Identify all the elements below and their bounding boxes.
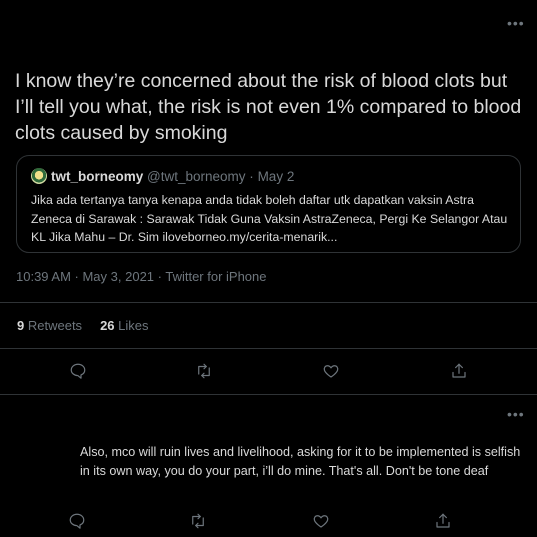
quoted-author-name: twt_borneomy [51, 169, 144, 184]
share-icon[interactable] [448, 360, 470, 382]
share-icon[interactable] [432, 510, 454, 532]
quoted-author-handle: @twt_borneomy [147, 169, 246, 184]
like-icon[interactable] [320, 360, 342, 382]
like-label[interactable]: Likes [118, 318, 148, 333]
separator-dot: · [249, 169, 254, 184]
more-options-icon[interactable]: ••• [507, 16, 525, 30]
reply-icon[interactable] [66, 510, 88, 532]
quoted-tweet-text: Jika ada tertanya tanya kenapa anda tida… [31, 193, 508, 244]
reply-icon[interactable] [67, 360, 89, 382]
retweet-label[interactable]: Retweets [28, 318, 82, 333]
tweet-stats: 9 Retweets 26 Likes [17, 318, 149, 333]
quoted-tweet-date: May 2 [257, 169, 295, 184]
like-count[interactable]: 26 [100, 318, 114, 333]
avatar [31, 168, 47, 184]
divider [0, 394, 537, 395]
divider [0, 302, 537, 303]
retweet-icon[interactable] [193, 360, 215, 382]
more-options-icon[interactable]: ••• [507, 407, 525, 421]
divider [0, 348, 537, 349]
retweet-count[interactable]: 9 [17, 318, 24, 333]
quoted-tweet-card[interactable]: twt_borneomy @twt_borneomy · May 2 Jika … [16, 155, 521, 253]
reply-tweet-text: Also, mco will ruin lives and livelihood… [80, 445, 521, 478]
quoted-tweet-header: twt_borneomy @twt_borneomy · May 2 [31, 168, 294, 184]
tweet-text: I know they’re concerned about the risk … [15, 70, 522, 144]
retweet-icon[interactable] [187, 510, 209, 532]
tweet-meta: 10:39 AM · May 3, 2021 · Twitter for iPh… [16, 269, 267, 284]
like-icon[interactable] [310, 510, 332, 532]
